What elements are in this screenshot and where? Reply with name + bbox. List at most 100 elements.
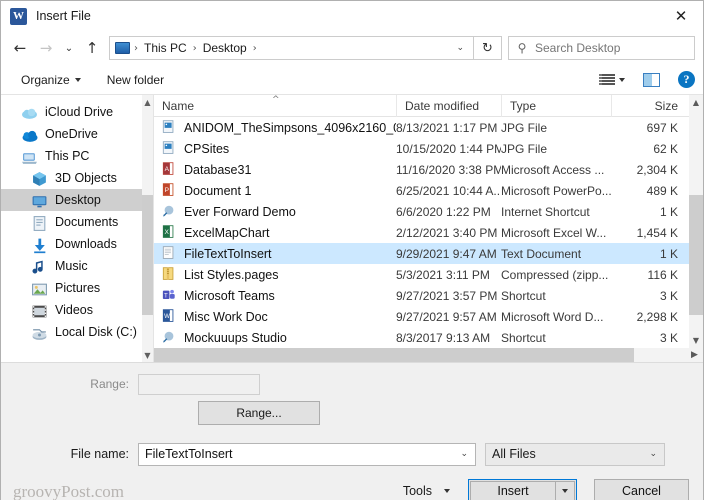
table-row[interactable]: TMicrosoft Teams9/27/2021 3:57 PMShortcu… [154,285,703,306]
up-button[interactable]: ↑ [79,35,105,61]
text-file-icon [162,246,176,261]
sidebar-item-3d-objects[interactable]: 3D Objects [1,167,153,189]
word-file-icon: W [162,309,176,324]
table-row[interactable]: ADatabase3111/16/2020 3:38 PMMicrosoft A… [154,159,703,180]
preview-pane-icon[interactable] [643,73,660,87]
sidebar-item-onedrive[interactable]: OneDrive [1,123,153,145]
sidebar-item-downloads[interactable]: Downloads [1,233,153,255]
sidebar-item-music[interactable]: Music [1,255,153,277]
table-row[interactable]: ANIDOM_TheSimpsons_4096x2160_018/13/2021… [154,117,703,138]
file-type-cell: Text Document [501,247,611,261]
range-input[interactable] [138,374,260,395]
range-button[interactable]: Range... [198,401,320,425]
scroll-down-icon[interactable]: ▼ [689,333,703,348]
table-row[interactable]: Ever Forward Demo 6/6/2020 1:22 PMInterne… [154,201,703,222]
sidebar-item-label: Downloads [55,237,117,251]
sidebar-scrollbar[interactable]: ▲ ▼ [142,95,153,362]
sidebar-item-desktop[interactable]: Desktop [1,189,153,211]
sidebar-item-documents[interactable]: Documents [1,211,153,233]
file-name-text: Microsoft Teams [184,289,275,303]
breadcrumb-item-desktop[interactable]: Desktop [201,41,249,55]
svg-text:A: A [165,166,170,173]
file-list-vertical-scrollbar[interactable]: ▲ ▼ [689,95,703,362]
file-name-cell: XExcelMapChart [154,225,396,240]
file-name-label: File name: [13,447,138,461]
new-folder-label: New folder [107,73,164,87]
breadcrumb-item-this-pc[interactable]: This PC [142,41,189,55]
table-row[interactable]: Mockuuups Studio8/3/2017 9:13 AMShortcut… [154,327,703,348]
chevron-down-icon[interactable]: ⌄ [642,449,664,459]
view-controls: ? [599,71,695,88]
table-row[interactable]: CPSites10/15/2020 1:44 PMJPG File62 K [154,138,703,159]
column-header-type[interactable]: Type [501,95,611,117]
help-icon[interactable]: ? [678,71,695,88]
horizontal-scrollbar-thumb[interactable] [154,348,634,362]
table-row[interactable]: XExcelMapChart2/12/2021 3:40 PMMicrosoft… [154,222,703,243]
table-row[interactable]: PDocument 16/25/2021 10:44 A...Microsoft… [154,180,703,201]
new-folder-button[interactable]: New folder [101,73,170,87]
scroll-up-icon[interactable]: ▲ [689,95,703,110]
view-options-icon[interactable] [599,73,615,87]
sidebar-item-label: Documents [55,215,118,229]
file-type-cell: Internet Shortcut [501,205,611,219]
scroll-up-icon[interactable]: ▲ [142,95,153,109]
watermark: groovyPost.com [13,482,124,500]
column-label: Name [162,99,194,113]
file-type-value: All Files [492,447,536,461]
file-type-cell: Shortcut [501,331,611,345]
chevron-down-icon[interactable]: ⌄ [453,449,475,459]
access-file-icon: A [162,162,176,177]
onedrive-icon [21,127,38,142]
sidebar-item-label: This PC [45,149,89,163]
file-name-text: Ever Forward Demo [184,205,296,219]
back-button[interactable]: ← [7,35,33,61]
sidebar-item-local-disk-c[interactable]: Local Disk (C:) [1,321,153,343]
file-date-cell: 8/3/2017 9:13 AM [396,331,501,345]
insert-button[interactable]: Insert [470,481,556,500]
search-input[interactable]: ⚲ Search Desktop [508,36,695,60]
table-row[interactable]: FileTextToInsert9/29/2021 9:47 AMText Do… [154,243,703,264]
column-header-date-modified[interactable]: Date modified [396,95,501,117]
teams-file-icon: T [162,288,176,303]
chevron-down-icon[interactable]: ⌄ [449,43,471,53]
scroll-right-icon[interactable]: ▶ [686,348,703,362]
file-name-input[interactable]: FileTextToInsert ⌄ [138,443,476,466]
sidebar-item-icloud-drive[interactable]: iCloud Drive [1,101,153,123]
cloud-icon [21,105,38,120]
sidebar-item-this-pc[interactable]: This PC [1,145,153,167]
sidebar-item-label: OneDrive [45,127,98,141]
insert-dropdown-button[interactable] [556,481,575,500]
file-size-cell: 2,304 K [611,163,686,177]
file-list-horizontal-scrollbar[interactable]: ▶ [154,348,703,362]
file-size-cell: 3 K [611,289,686,303]
file-type-select[interactable]: All Files ⌄ [485,443,665,466]
cancel-button[interactable]: Cancel [594,479,689,500]
tools-button[interactable]: Tools [403,484,450,498]
navigation-sidebar: iCloud Drive OneDrive This PC 3D ObjectsDes… [1,95,153,362]
close-icon[interactable]: ✕ [659,1,703,31]
table-row[interactable]: WMisc Work Doc9/27/2021 9:57 AMMicrosoft… [154,306,703,327]
column-header-size[interactable]: Size [611,95,686,117]
sidebar-scrollbar-thumb[interactable] [142,195,153,315]
file-name-cell: WMisc Work Doc [154,309,396,324]
organize-button[interactable]: Organize [15,73,87,87]
file-date-cell: 6/6/2020 1:22 PM [396,205,501,219]
sidebar-item-pictures[interactable]: Pictures [1,277,153,299]
scroll-down-icon[interactable]: ▼ [142,348,153,362]
chevron-down-icon [444,489,450,493]
breadcrumb[interactable]: › This PC › Desktop › ⌄ [109,36,474,60]
column-header-name[interactable]: Name ^ [154,95,396,117]
file-name-cell: List Styles.pages [154,267,396,282]
navigation-bar: ← → ⌄ ↑ › This PC › Desktop › ⌄ ↻ ⚲ Sear… [1,31,703,65]
sidebar-item-label: Videos [55,303,93,317]
sort-ascending-icon: ^ [272,95,280,105]
recent-locations-button[interactable]: ⌄ [59,35,79,61]
file-size-cell: 3 K [611,331,686,345]
file-name-row: File name: FileTextToInsert ⌄ All Files … [13,437,691,471]
sidebar-item-videos[interactable]: Videos [1,299,153,321]
vertical-scrollbar-thumb[interactable] [689,195,703,315]
refresh-icon[interactable]: ↻ [474,36,502,60]
chevron-down-icon[interactable] [619,78,625,82]
table-row[interactable]: List Styles.pages5/3/2021 3:11 PMCompres… [154,264,703,285]
music-icon [31,259,48,274]
